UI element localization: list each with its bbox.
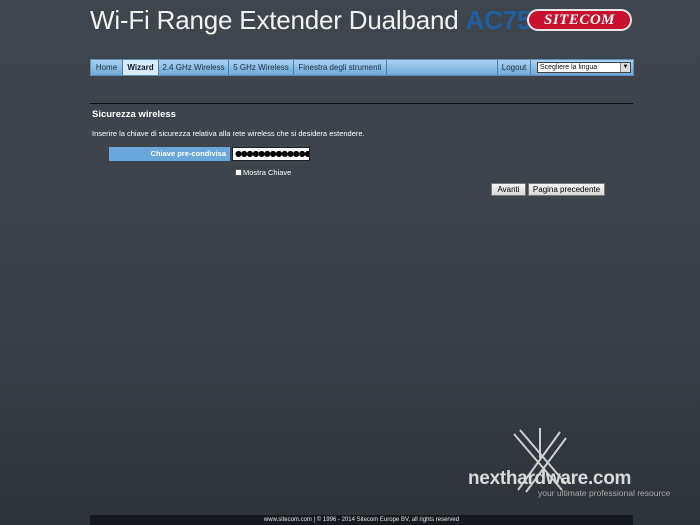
psk-label: Chiave pre-condivisa: [109, 147, 230, 161]
language-select[interactable]: Scegliere la lingua ▼: [537, 62, 631, 73]
nav-home[interactable]: Home: [91, 60, 123, 75]
footer: www.sitecom.com | © 1996 - 2014 Sitecom …: [90, 515, 633, 525]
logout-button[interactable]: Logout: [497, 60, 531, 75]
next-button[interactable]: Avanti: [491, 183, 526, 196]
show-key-checkbox[interactable]: [235, 169, 242, 176]
nav-tools[interactable]: Finestra degli strumenti: [294, 60, 387, 75]
watermark: nexthardware.com your ultimate professio…: [468, 428, 700, 500]
psk-input[interactable]: ●●●●●●●●●●●●●●●●: [232, 147, 310, 161]
nav-24ghz-wireless[interactable]: 2.4 GHz Wireless: [159, 60, 229, 75]
chevron-down-icon: ▼: [620, 63, 630, 72]
watermark-tagline: your ultimate professional resource: [538, 488, 671, 498]
page-title: Sicurezza wireless: [92, 109, 176, 120]
section-divider: [90, 103, 633, 104]
previous-page-button[interactable]: Pagina precedente: [528, 183, 605, 196]
nav-5ghz-wireless[interactable]: 5 GHz Wireless: [229, 60, 294, 75]
show-key-label: Mostra Chiave: [243, 168, 292, 177]
language-select-value: Scegliere la lingua: [540, 64, 598, 71]
nav-wizard[interactable]: Wizard: [123, 60, 159, 75]
sitecom-logo: SITECOM: [527, 9, 632, 31]
watermark-text: nexthardware.com: [468, 468, 632, 489]
app-title: Wi-Fi Range Extender Dualband AC750: [90, 4, 546, 36]
page-description: Inserire la chiave di sicurezza relativa…: [92, 129, 365, 138]
app-title-text: Wi-Fi Range Extender Dualband: [90, 5, 459, 35]
